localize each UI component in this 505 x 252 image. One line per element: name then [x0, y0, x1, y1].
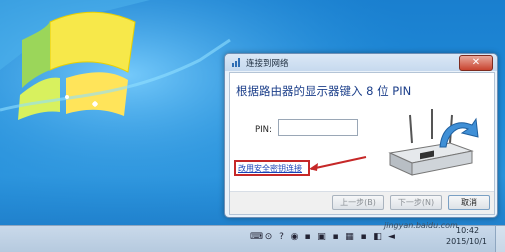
dialog-button-bar: 上一步(B) 下一步(N) 取消 — [230, 191, 494, 214]
pin-label: PIN: — [255, 125, 272, 135]
help-icon[interactable]: ? — [276, 231, 287, 244]
connect-to-network-dialog: 连接到网络 ✕ 根据路由器的显示器键入 8 位 PIN PIN: 改用安全密钥连… — [224, 53, 498, 218]
security-key-link-text[interactable]: 改用安全密钥连接 — [238, 163, 302, 174]
previous-button[interactable]: 上一步(B) — [332, 195, 384, 210]
app-icon[interactable]: ▦ — [344, 231, 355, 244]
use-security-key-link[interactable]: 改用安全密钥连接 — [234, 160, 310, 176]
app-icon[interactable]: ▣ — [316, 231, 327, 244]
pin-input[interactable] — [278, 119, 358, 136]
clock-time[interactable]: 10:42 — [456, 226, 479, 235]
next-button[interactable]: 下一步(N) — [390, 195, 442, 210]
instruction-heading: 根据路由器的显示器键入 8 位 PIN — [236, 84, 412, 98]
network-icon — [232, 58, 240, 67]
language-icon[interactable]: ⊙ — [263, 231, 274, 244]
app-icon[interactable]: ◧ — [372, 231, 383, 244]
app-icon[interactable]: ▪ — [302, 231, 313, 244]
dialog-content: 根据路由器的显示器键入 8 位 PIN PIN: 改用安全密钥连接 上一步(B)… — [229, 72, 495, 215]
dialog-titlebar[interactable]: 连接到网络 ✕ — [225, 54, 497, 71]
app-icon[interactable]: ▪ — [358, 231, 369, 244]
app-icon[interactable]: ▪ — [330, 231, 341, 244]
annotation-arrow — [309, 156, 367, 171]
cancel-button[interactable]: 取消 — [448, 195, 490, 210]
watermark: jingyan.baidu.com — [384, 221, 458, 230]
clock-date[interactable]: 2015/10/1 — [446, 237, 487, 246]
router-icon — [388, 109, 479, 176]
show-desktop-button[interactable] — [495, 226, 505, 252]
volume-icon[interactable]: ◄ — [386, 231, 397, 244]
network-tray-icon[interactable]: ◉ — [289, 231, 300, 244]
close-button[interactable]: ✕ — [459, 55, 493, 71]
keyboard-icon[interactable]: ⌨ — [250, 231, 263, 244]
dialog-title: 连接到网络 — [246, 59, 289, 69]
